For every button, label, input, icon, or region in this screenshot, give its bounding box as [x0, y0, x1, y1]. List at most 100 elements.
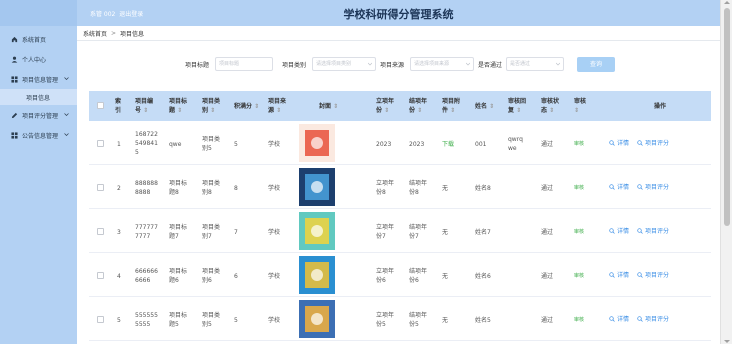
- cover-image[interactable]: [299, 256, 335, 294]
- row-checkbox[interactable]: [97, 228, 104, 235]
- audit-link[interactable]: 审核: [574, 228, 584, 237]
- col-category[interactable]: 项目类别 ⇕: [202, 91, 220, 121]
- detail-button[interactable]: 详情: [609, 270, 629, 279]
- search-icon: [637, 227, 643, 234]
- row-checkbox[interactable]: [97, 140, 104, 147]
- pass-select[interactable]: 是否通过: [506, 57, 564, 71]
- col-reply[interactable]: 审核回复 ⇕: [508, 91, 526, 121]
- sidebar-item-label: 公告信息管理: [22, 132, 59, 140]
- cover-image[interactable]: [299, 124, 335, 162]
- row-score: 8: [234, 185, 238, 192]
- sidebar-item-1[interactable]: 系统首页: [0, 29, 77, 49]
- col-score[interactable]: 积满分 ⇕: [234, 91, 259, 121]
- row-name: 姓名6: [475, 273, 491, 280]
- sidebar-item-label: 系统首页: [22, 36, 47, 44]
- source-select[interactable]: 请选择项目来源: [410, 57, 474, 71]
- row-index: 1: [117, 141, 121, 148]
- row-checkbox[interactable]: [97, 316, 104, 323]
- select-all-checkbox[interactable]: [97, 102, 104, 109]
- row-end-year: 结项年 份5: [409, 312, 428, 328]
- row-checkbox[interactable]: [97, 184, 104, 191]
- col-end-year[interactable]: 结项年份 ⇕: [409, 91, 427, 121]
- table-row[interactable]: 1 168722 549841 5 qwe 项目类 别5 5 学校 2023 2023 下载 001 qw…: [89, 122, 711, 165]
- grid-icon: [10, 75, 18, 83]
- row-title: qwe: [169, 141, 182, 148]
- audit-link[interactable]: 审核: [574, 272, 584, 281]
- evaluate-button-label: 项目评分: [645, 140, 670, 147]
- row-source: 学校: [268, 317, 281, 324]
- sidebar-item-3[interactable]: 项目信息管理: [0, 69, 77, 89]
- search-button[interactable]: 查询: [577, 57, 615, 72]
- detail-button-label: 详情: [617, 184, 630, 191]
- row-checkbox[interactable]: [97, 272, 104, 279]
- row-end-year: 结项年 份8: [409, 180, 428, 196]
- scrollbar-thumb[interactable]: [724, 8, 730, 226]
- cover-image[interactable]: [299, 212, 335, 250]
- cover-image[interactable]: [299, 168, 335, 206]
- row-source: 学校: [268, 185, 281, 192]
- category-select[interactable]: 请选择项目类别: [312, 57, 376, 71]
- col-number[interactable]: 项目编号 ⇕: [135, 91, 153, 121]
- evaluate-button[interactable]: 项目评分: [637, 226, 669, 235]
- row-start-year: 立项年 份8: [376, 180, 395, 196]
- page-scrollbar[interactable]: [720, 0, 732, 344]
- sidebar-item-5[interactable]: 公告信息管理: [0, 125, 77, 145]
- evaluate-button[interactable]: 项目评分: [637, 138, 669, 147]
- col-operations: 操作: [654, 102, 667, 110]
- col-status[interactable]: 审核状态 ⇕: [541, 91, 559, 121]
- audit-link[interactable]: 审核: [574, 184, 584, 193]
- row-start-year: 立项年 份7: [376, 224, 395, 240]
- evaluate-button[interactable]: 项目评分: [637, 270, 669, 279]
- breadcrumb-home[interactable]: 系统首页: [83, 29, 107, 38]
- table-row[interactable]: 4 666666 6666 项目标 题6 项目类 别6 6 学校 立项年 份6 结项年 份6 无 姓名6 通过…: [89, 254, 711, 297]
- scroll-down-icon[interactable]: [724, 340, 730, 343]
- audit-link[interactable]: 审核: [574, 140, 584, 149]
- detail-button[interactable]: 详情: [609, 314, 629, 323]
- row-reply: qwrq we: [508, 136, 523, 152]
- row-score: 6: [234, 273, 238, 280]
- col-name[interactable]: 姓名 ⇕: [475, 91, 494, 121]
- sidebar-item-2[interactable]: 个人中心: [0, 49, 77, 69]
- col-index: 索引: [115, 98, 122, 114]
- detail-button[interactable]: 详情: [609, 182, 629, 191]
- row-start-year: 立项年 份5: [376, 312, 395, 328]
- category-select-placeholder: 请选择项目类别: [316, 61, 352, 67]
- row-attachment[interactable]: 下载: [442, 140, 454, 149]
- row-number: 168722 549841 5: [135, 131, 158, 156]
- table-row[interactable]: 5 555555 5555 项目标 题5 项目类 别5 5 学校 立项年 份5 结项年 份5 无姓名5 通过…: [89, 298, 711, 341]
- title-search-input[interactable]: 项目标题: [215, 57, 273, 71]
- table-row[interactable]: 3 777777 7777 项目标 题7 项目类 别7 7 学校 立项年 份7 结项年 份7 无 姓名7 通过…: [89, 210, 711, 253]
- col-cover[interactable]: 封面 ⇕: [319, 91, 338, 121]
- row-index: 3: [117, 229, 121, 236]
- row-attachment: 无: [442, 317, 449, 324]
- col-start-year[interactable]: 立项年份 ⇕: [376, 91, 394, 121]
- cover-image[interactable]: [299, 300, 335, 338]
- row-name: 姓名5: [475, 317, 491, 324]
- pen-icon: [10, 111, 18, 119]
- scroll-up-icon[interactable]: [724, 1, 730, 4]
- audit-link[interactable]: 审核: [574, 316, 584, 325]
- home-icon: [10, 35, 18, 43]
- detail-button[interactable]: 详情: [609, 138, 629, 147]
- sidebar-header: [0, 0, 77, 26]
- main-content: 项目标题 项目标题 项目类别 请选择项目类别 项目来源 请选择项目来源 是否通过…: [77, 41, 720, 344]
- col-source[interactable]: 项目来源 ⇕: [268, 91, 286, 121]
- pass-select-placeholder: 是否通过: [510, 61, 531, 67]
- evaluate-button[interactable]: 项目评分: [637, 314, 669, 323]
- chevron-down-icon: [64, 113, 69, 116]
- evaluate-button[interactable]: 项目评分: [637, 182, 669, 191]
- row-status: 通过: [541, 229, 554, 236]
- col-title[interactable]: 项目标题 ⇕: [169, 91, 187, 121]
- chevron-down-icon: [64, 77, 69, 80]
- evaluate-button-label: 项目评分: [645, 316, 670, 323]
- sidebar-subitem-1[interactable]: 项目信息: [0, 89, 77, 105]
- sidebar-item-4[interactable]: 项目评分管理: [0, 105, 77, 125]
- table-row[interactable]: 2 888888 8888 项目标 题8 项目类 别8 8 学校 立项年 份8 结项年 份8 无 姓名8 通过…: [89, 166, 711, 209]
- col-attachment[interactable]: 项目附件 ⇕: [442, 91, 460, 121]
- detail-button[interactable]: 详情: [609, 226, 629, 235]
- row-name: 姓名7: [475, 229, 491, 236]
- row-source: 学校: [268, 273, 281, 280]
- search-icon: [609, 271, 615, 278]
- row-score: 5: [234, 317, 238, 324]
- evaluate-button-label: 项目评分: [645, 184, 670, 191]
